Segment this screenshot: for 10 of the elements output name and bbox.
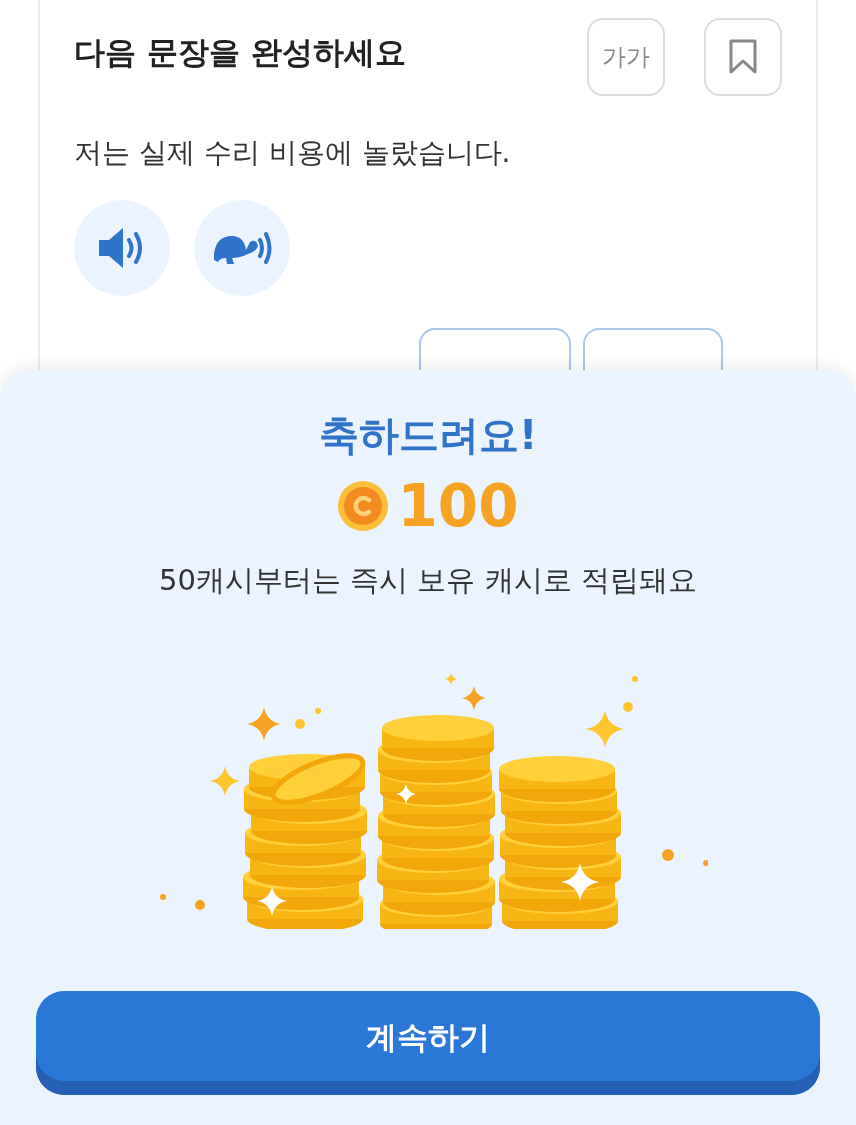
continue-button[interactable]: 계속하기 xyxy=(36,991,820,1095)
question-title: 다음 문장을 완성하세요 xyxy=(74,33,407,72)
font-size-button[interactable]: 가가 xyxy=(587,18,665,96)
bookmark-icon xyxy=(728,39,758,75)
reward-message: 50캐시부터는 즉시 보유 캐시로 적립돼요 xyxy=(158,562,698,599)
sentence-text: 저는 실제 수리 비용에 놀랐습니다. xyxy=(74,135,512,171)
reward-amount: 100 xyxy=(397,477,519,535)
bookmark-button[interactable] xyxy=(704,18,782,96)
coin-icon xyxy=(337,480,390,532)
congrats-title: 축하드려요! xyxy=(317,411,539,460)
